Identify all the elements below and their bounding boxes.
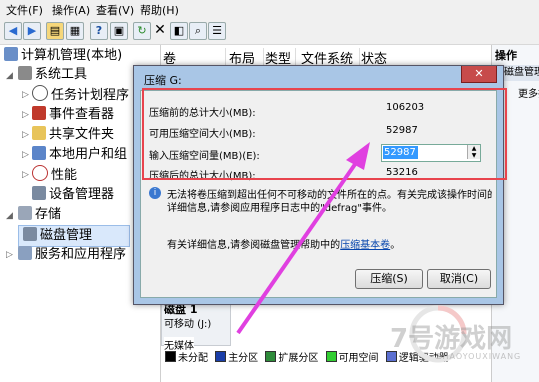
arrow-head-icon [346, 142, 370, 170]
watermark-sub: ZHAOYOUXIWANG [436, 352, 522, 361]
watermark: 7号游戏网 ZHAOYOUXIWANG [370, 300, 539, 382]
arrow-line [236, 158, 360, 335]
watermark-main: 7号游戏网 [390, 324, 513, 354]
